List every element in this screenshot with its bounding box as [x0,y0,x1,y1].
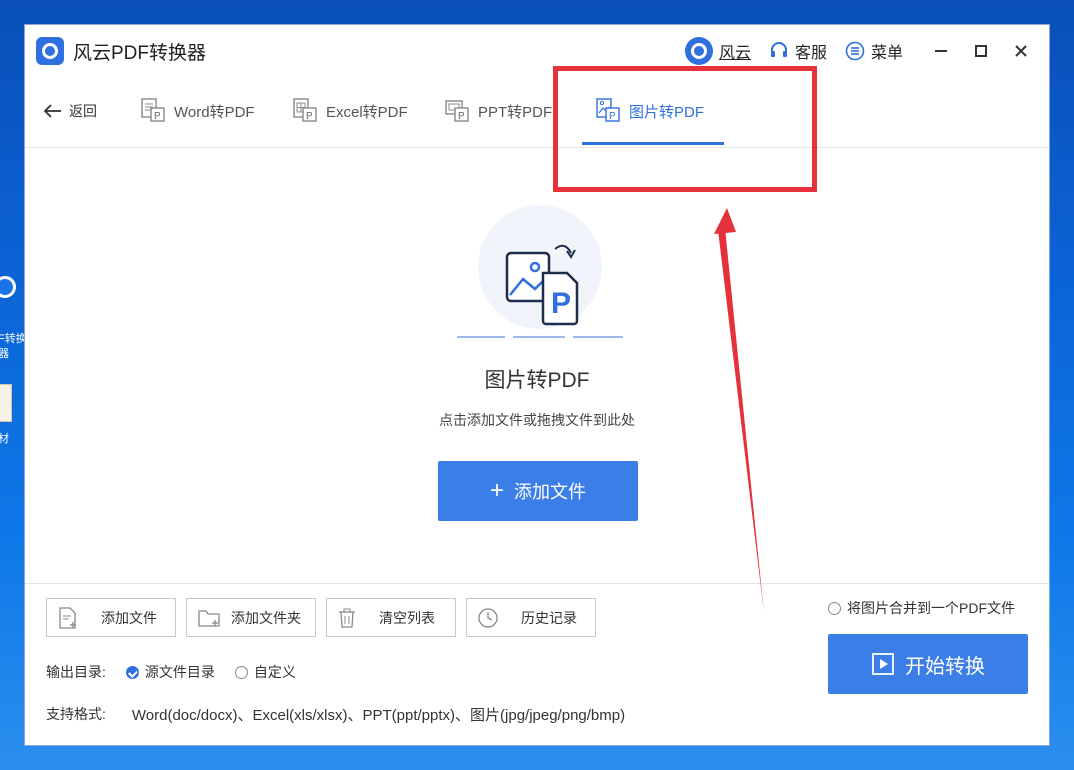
avatar [684,37,713,65]
output-custom-radio[interactable] [234,665,248,679]
add-folder-icon [198,609,220,627]
tab-label: PPT转PDF [478,104,553,121]
add-file-main-label: 添加文件 [514,482,586,502]
add-file-button[interactable]: 添加文件 [46,598,176,637]
add-file-main-button[interactable]: + 添加文件 [438,461,638,521]
desktop-app-icon[interactable] [0,276,20,324]
headset-icon [770,42,787,57]
title-bar: 风云PDF转换器 风云 客服 菜单 [25,25,1049,77]
output-directory-row: 输出目录: 源文件目录 自定义 [46,662,308,682]
word-doc-icon: P [141,98,165,122]
customer-service-label: 客服 [794,45,827,62]
play-icon [872,653,894,675]
add-folder-label: 添加文件夹 [231,609,301,626]
dropzone-hint: 点击添加文件或拖拽文件到此处 [439,412,635,428]
title-bar-actions: 风云 客服 菜单 [684,37,1035,65]
merge-label: 将图片合并到一个PDF文件 [847,600,1015,616]
output-label: 输出目录: [46,664,106,680]
svg-text:P: P [154,111,161,122]
svg-text:P: P [551,287,571,320]
clock-icon [478,607,498,628]
app-title: 风云PDF转换器 [73,43,207,64]
back-button[interactable]: 返回 [43,101,97,121]
merge-radio[interactable] [828,601,841,615]
ppt-doc-icon: P [445,100,469,122]
start-convert-button[interactable]: 开始转换 [828,634,1028,694]
add-file-icon [59,606,76,629]
svg-text:P: P [306,111,313,122]
add-file-label: 添加文件 [101,609,157,626]
menu-list-icon [845,41,865,61]
history-label: 历史记录 [521,609,577,626]
formats-label: 支持格式: [46,706,106,722]
formats-value: Word(doc/docx)、Excel(xls/xlsx)、PPT(ppt/p… [131,707,626,724]
tab-ppt-to-pdf[interactable]: P PPT转PDF [444,93,552,145]
close-icon [1015,45,1027,57]
output-source-label: 源文件目录 [144,664,215,680]
menu-button[interactable]: 菜单 [845,39,903,63]
maximize-icon [975,45,987,57]
start-convert-label: 开始转换 [905,655,985,678]
output-source-radio[interactable] [125,665,139,679]
image-to-pdf-illustration-icon: P [457,205,623,338]
app-logo-icon [36,37,64,65]
svg-text:P: P [458,111,465,122]
back-label: 返回 [69,103,97,119]
tab-label: Excel转PDF [326,104,408,121]
arrow-left-icon [43,104,61,118]
close-button[interactable] [1007,37,1035,65]
output-source-option[interactable]: 源文件目录 [125,662,215,682]
maximize-button[interactable] [967,37,995,65]
tab-label: Word转PDF [174,104,255,121]
desktop-file-label: 材 [0,433,9,445]
tab-bar: 返回 P Word转PDF P Excel转PDF P PPT转PDF P 图片… [25,77,1049,148]
desktop-app-label: F转换 [0,333,27,345]
app-logo-icon [0,276,16,298]
dropzone-title: 图片转PDF [484,369,590,392]
history-button[interactable]: 历史记录 [466,598,596,637]
customer-service-button[interactable]: 客服 [769,39,827,63]
user-account[interactable]: 风云 [684,37,751,65]
user-name[interactable]: 风云 [719,39,751,63]
minimize-button[interactable] [927,37,955,65]
annotation-highlight-box [553,66,817,192]
tab-word-to-pdf[interactable]: P Word转PDF [140,93,255,145]
desktop-app-label-2: 器 [0,348,9,360]
output-custom-label: 自定义 [253,664,296,680]
output-custom-option[interactable]: 自定义 [234,662,296,682]
plus-icon: + [489,477,504,504]
minimize-icon [935,50,947,52]
add-folder-button[interactable]: 添加文件夹 [186,598,316,637]
clear-list-label: 清空列表 [379,609,435,626]
tab-excel-to-pdf[interactable]: P Excel转PDF [292,93,408,145]
supported-formats-row: 支持格式: Word(doc/docx)、Excel(xls/xlsx)、PPT… [46,704,625,725]
excel-doc-icon: P [293,98,317,122]
bottom-divider [25,583,1049,584]
merge-pdf-option[interactable]: 将图片合并到一个PDF文件 [828,598,1015,618]
trash-icon [339,608,355,628]
clear-list-button[interactable]: 清空列表 [326,598,456,637]
menu-label: 菜单 [870,45,903,62]
